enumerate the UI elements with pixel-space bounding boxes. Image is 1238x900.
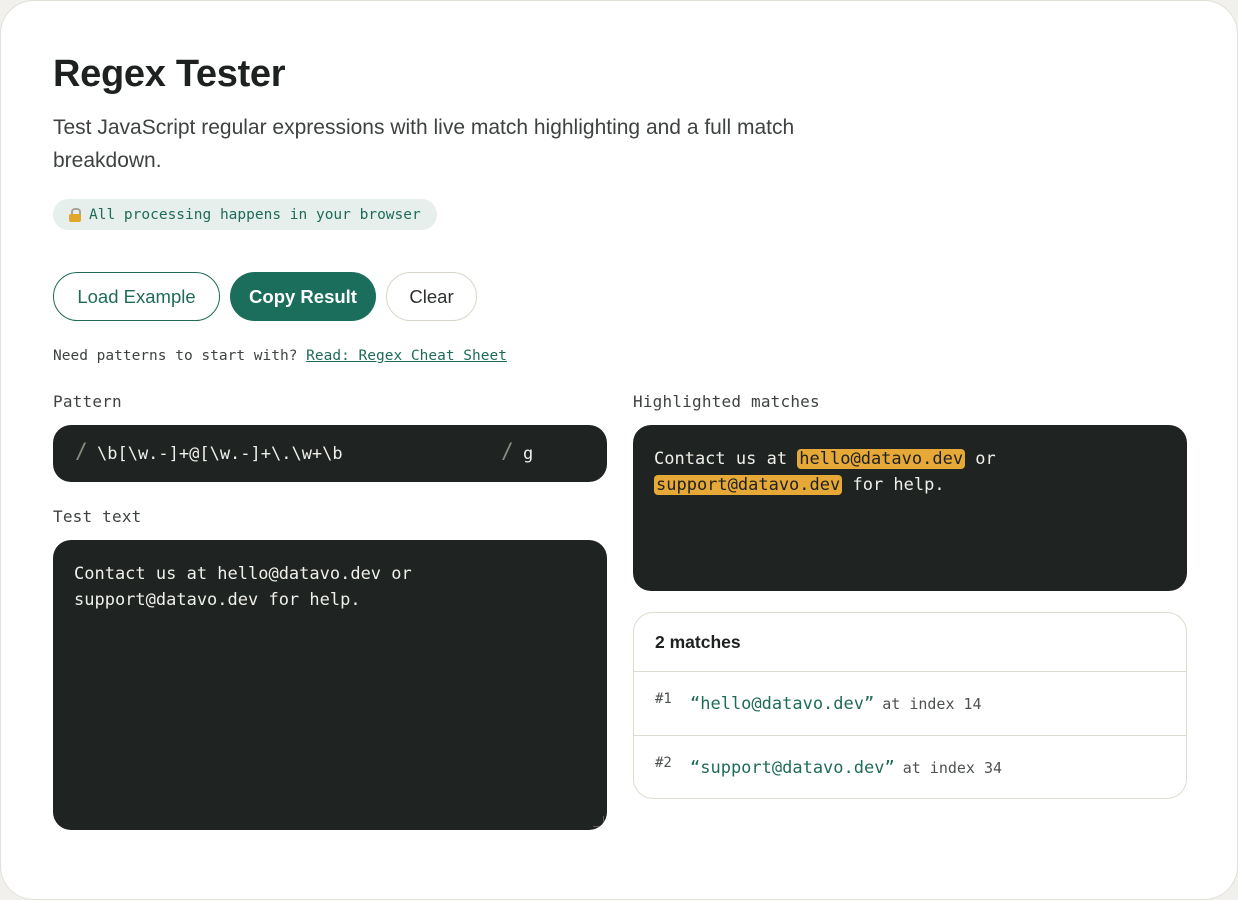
pattern-open-delimiter: / [75, 439, 88, 463]
match-row: #1 “hello@datavo.dev” at index 14 [634, 672, 1186, 735]
privacy-badge: All processing happens in your browser [53, 199, 437, 230]
load-example-button[interactable]: Load Example [53, 272, 220, 321]
page-subtitle: Test JavaScript regular expressions with… [53, 116, 795, 172]
test-text-area[interactable]: Contact us at hello@datavo.dev or suppor… [53, 540, 607, 830]
match-index: at index 34 [902, 759, 1003, 777]
match-row: #2 “support@datavo.dev” at index 34 [634, 735, 1186, 798]
test-text-content: Contact us at hello@datavo.dev or suppor… [74, 564, 412, 610]
match-value-line: “hello@datavo.dev” at index 14 [690, 694, 982, 714]
pattern-label: Pattern [53, 392, 122, 411]
match-count: 2 matches [634, 613, 1186, 672]
match-highlight: support@datavo.dev [654, 475, 843, 495]
plain-segment: Contact us at [654, 449, 798, 469]
highlighted-matches-panel: Contact us at hello@datavo.dev or suppor… [633, 425, 1187, 591]
match-value-line: “support@datavo.dev” at index 34 [690, 758, 1002, 778]
match-number: #1 [655, 691, 672, 707]
match-number: #2 [655, 755, 672, 771]
match-index: at index 14 [882, 695, 982, 713]
match-value: “hello@datavo.dev” [690, 694, 875, 714]
plain-segment: or [965, 449, 996, 469]
cheat-sheet-link[interactable]: Read: Regex Cheat Sheet [306, 348, 507, 364]
privacy-badge-label: All processing happens in your browser [89, 206, 421, 223]
test-text-label: Test text [53, 507, 142, 526]
pattern-input[interactable] [97, 441, 487, 467]
plain-segment: for help. [842, 475, 945, 495]
lock-icon [69, 207, 81, 222]
hint-text: Need patterns to start with? [53, 348, 298, 364]
match-list: 2 matches #1 “hello@datavo.dev” at index … [633, 612, 1187, 799]
copy-result-button[interactable]: Copy Result [230, 272, 376, 321]
resize-handle[interactable] [593, 816, 604, 827]
highlighted-label: Highlighted matches [633, 392, 820, 411]
match-highlight: hello@datavo.dev [797, 449, 966, 469]
cheat-sheet-hint: Need patterns to start with? Read: Regex… [53, 348, 507, 364]
page-title: Regex Tester [53, 53, 286, 95]
pattern-field: / / [53, 425, 607, 482]
match-value: “support@datavo.dev” [690, 758, 895, 778]
clear-button[interactable]: Clear [386, 272, 477, 321]
regex-tester-card: Regex Tester Test JavaScript regular exp… [0, 0, 1238, 900]
pattern-close-delimiter: / [501, 439, 514, 463]
highlighted-text: Contact us at hello@datavo.dev or suppor… [654, 446, 1074, 498]
flags-input[interactable] [523, 441, 583, 467]
